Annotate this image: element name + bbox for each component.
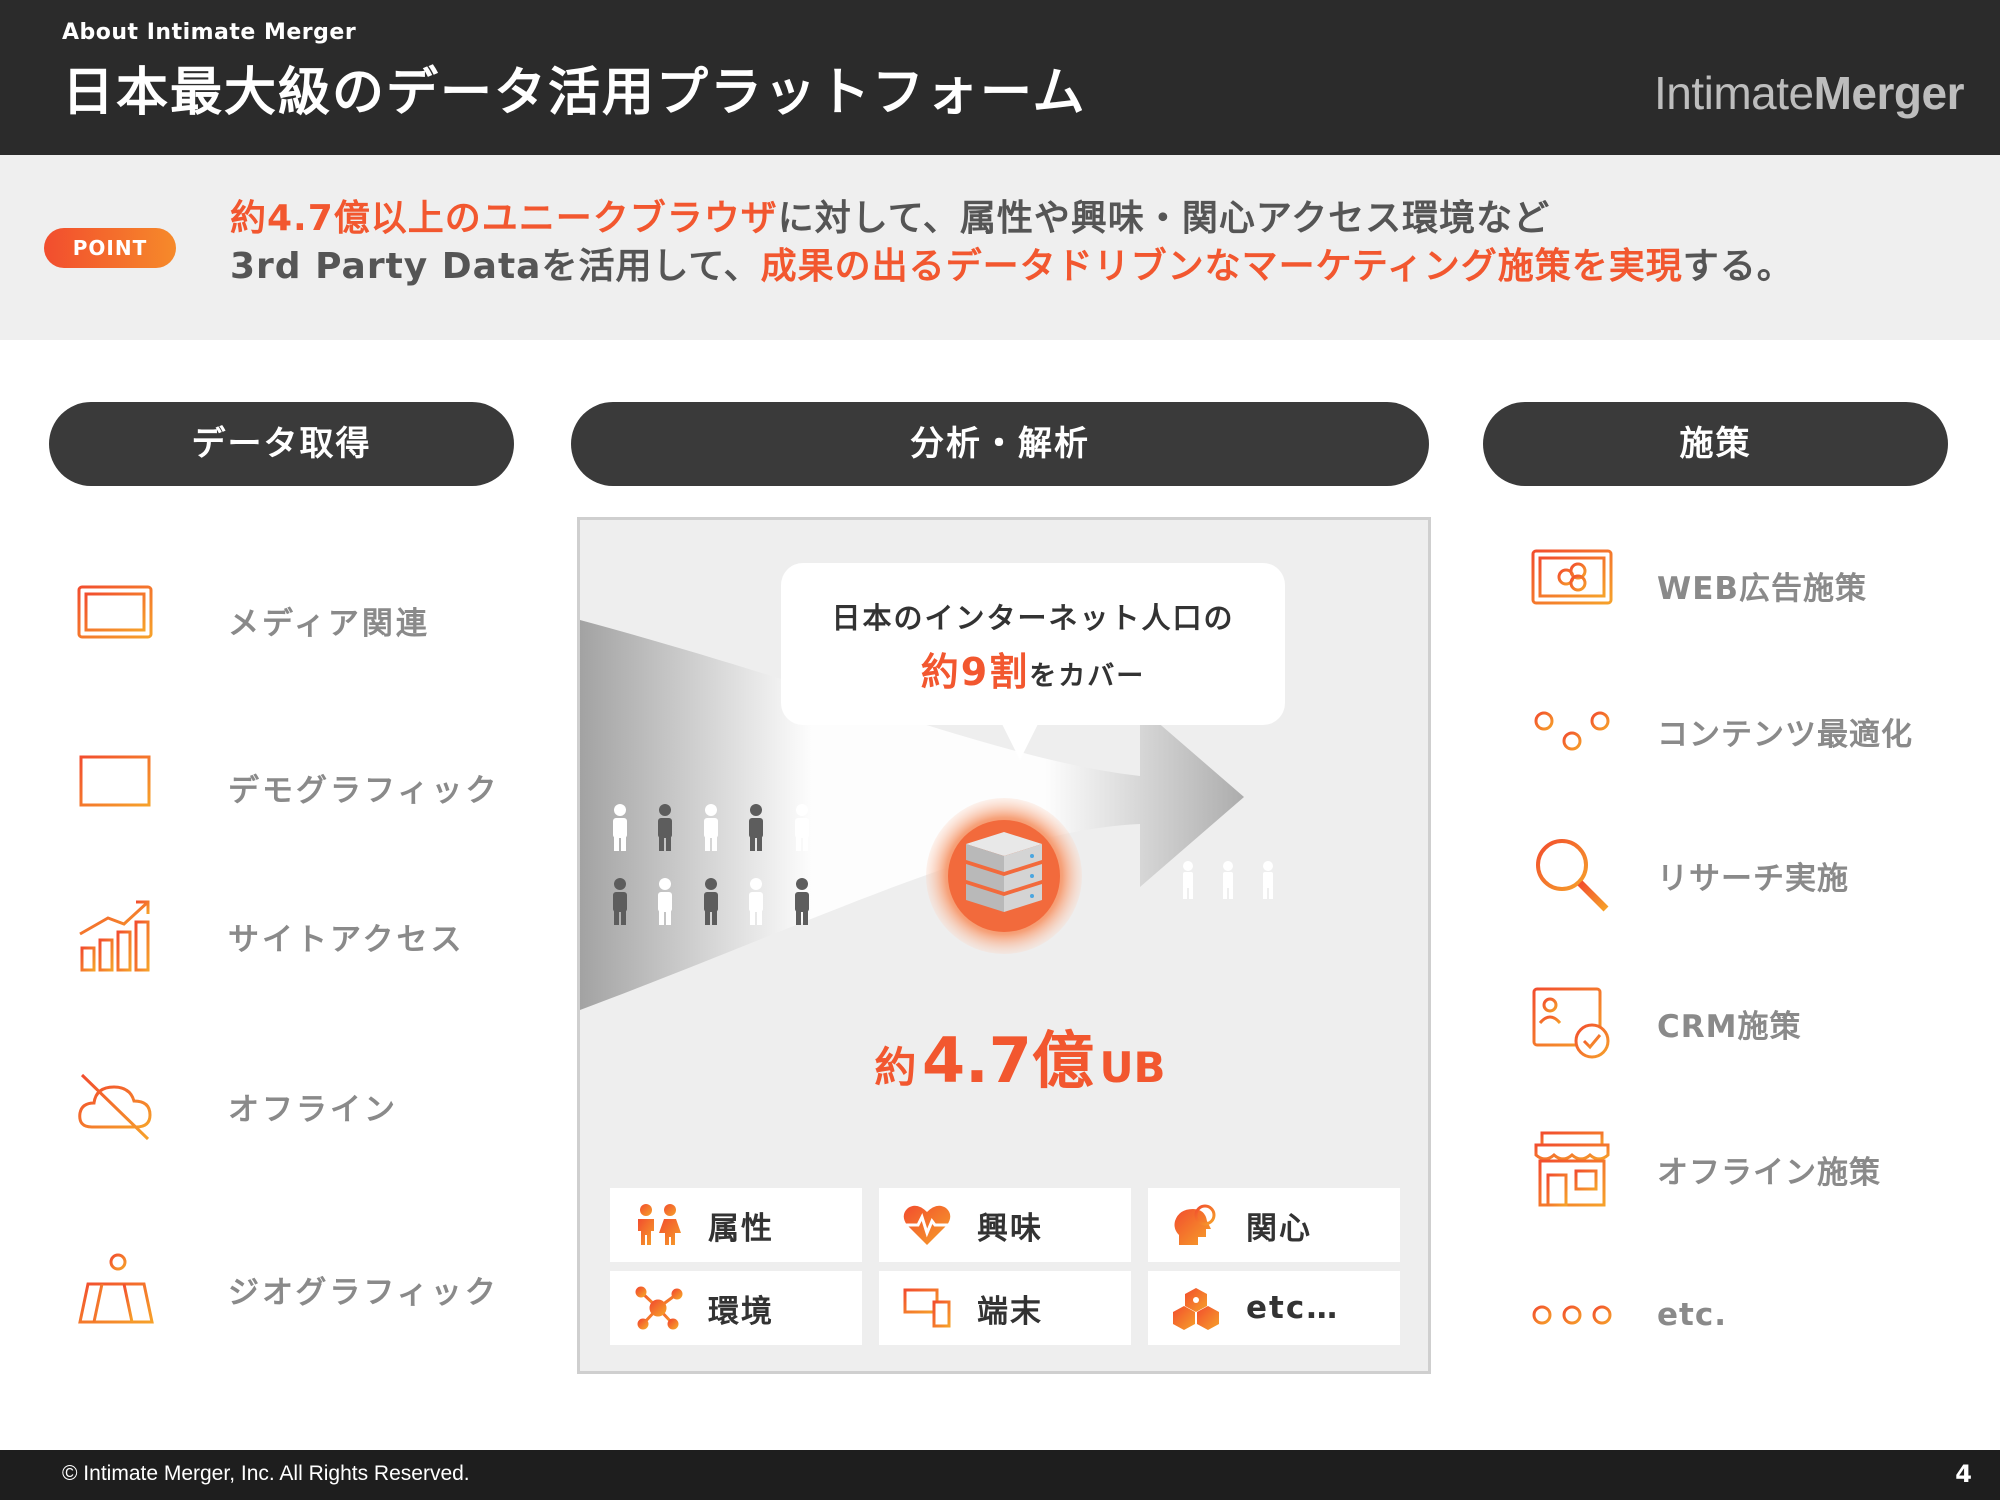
map-pin-icon xyxy=(70,1244,160,1334)
heart-pulse-icon xyxy=(897,1203,957,1247)
devices-icon xyxy=(897,1286,957,1330)
speech-bubble: 日本のインターネット人口の 約9割をカバー xyxy=(781,563,1285,725)
cubes-icon xyxy=(1166,1286,1226,1330)
people-crowd-icon xyxy=(613,804,809,925)
list-item-demographic: デモグラフィック xyxy=(70,742,499,832)
coverage-highlight: 約9割 xyxy=(920,650,1030,694)
crm-card-icon xyxy=(1527,978,1617,1068)
stat-value: 4.7億 xyxy=(922,1024,1094,1097)
monitor-icon xyxy=(70,575,160,665)
list-item-etc: etc. xyxy=(1527,1270,1727,1360)
section-header-acquire: データ取得 xyxy=(49,402,514,486)
list-item-web-ad: WEB広告施策 xyxy=(1527,540,1867,630)
network-icon xyxy=(628,1286,688,1330)
copyright: © Intimate Merger, Inc. All Rights Reser… xyxy=(62,1462,470,1485)
bar-chart-growth-icon xyxy=(70,891,160,981)
list-item-offline: オフライン xyxy=(70,1061,398,1151)
header-eyebrow: About Intimate Merger xyxy=(62,20,357,45)
head-idea-icon xyxy=(1166,1203,1226,1247)
tag-attribute: 属性 xyxy=(610,1188,862,1262)
list-item-offline-action: オフライン施策 xyxy=(1527,1124,1881,1214)
web-ad-monitor-icon xyxy=(1527,540,1617,630)
list-item-crm: CRM施策 xyxy=(1527,978,1801,1068)
section-header-analyze: 分析・解析 xyxy=(571,402,1429,486)
tag-interest: 興味 xyxy=(879,1188,1131,1262)
page-number: 4 xyxy=(1955,1460,1972,1488)
footer: © Intimate Merger, Inc. All Rights Reser… xyxy=(0,1450,2000,1500)
analysis-panel: 日本のインターネット人口の 約9割をカバー 約 4.7億 UB 属性 興味 関心… xyxy=(577,517,1431,1374)
tag-etc: etc… xyxy=(1148,1271,1400,1345)
point-band: POINT 約4.7億以上のユニークブラウザに対して、属性や興味・関心アクセス環… xyxy=(0,155,2000,340)
point-highlight-1: 約4.7億以上のユニークブラウザ xyxy=(230,198,778,239)
page-title: 日本最大級のデータ活用プラットフォーム xyxy=(62,63,1087,123)
point-text: 約4.7億以上のユニークブラウザに対して、属性や興味・関心アクセス環境など 3r… xyxy=(230,198,1794,287)
cloud-offline-icon xyxy=(70,1061,160,1151)
tag-environment: 環境 xyxy=(610,1271,862,1345)
presentation-board-icon xyxy=(70,742,160,832)
list-item-site-access: サイトアクセス xyxy=(70,891,464,981)
server-icon xyxy=(926,798,1082,954)
storefront-icon xyxy=(1527,1124,1617,1214)
tag-concern: 関心 xyxy=(1148,1188,1400,1262)
dots-icon xyxy=(1527,1270,1617,1360)
unique-browser-stat: 約 4.7億 UB xyxy=(874,1024,1166,1097)
section-header-action: 施策 xyxy=(1483,402,1948,486)
people-small-icon xyxy=(1183,861,1273,899)
list-item-geographic: ジオグラフィック xyxy=(70,1244,499,1334)
list-item-content-opt: コンテンツ最適化 xyxy=(1527,686,1913,776)
speech-bubble-tail xyxy=(1000,720,1040,760)
sliders-icon xyxy=(1527,686,1617,776)
company-logo: IntimateMerger xyxy=(1653,67,1965,119)
list-item-research: リサーチ実施 xyxy=(1527,830,1849,920)
people-icon xyxy=(628,1203,688,1247)
header: About Intimate Merger 日本最大級のデータ活用プラットフォー… xyxy=(0,0,2000,155)
magnifier-icon xyxy=(1527,830,1617,920)
tag-device: 端末 xyxy=(879,1271,1131,1345)
list-item-media: メディア関連 xyxy=(70,575,430,665)
point-badge: POINT xyxy=(44,228,176,268)
point-highlight-2: 成果の出るデータドリブンなマーケティング施策を実現 xyxy=(760,246,1683,287)
